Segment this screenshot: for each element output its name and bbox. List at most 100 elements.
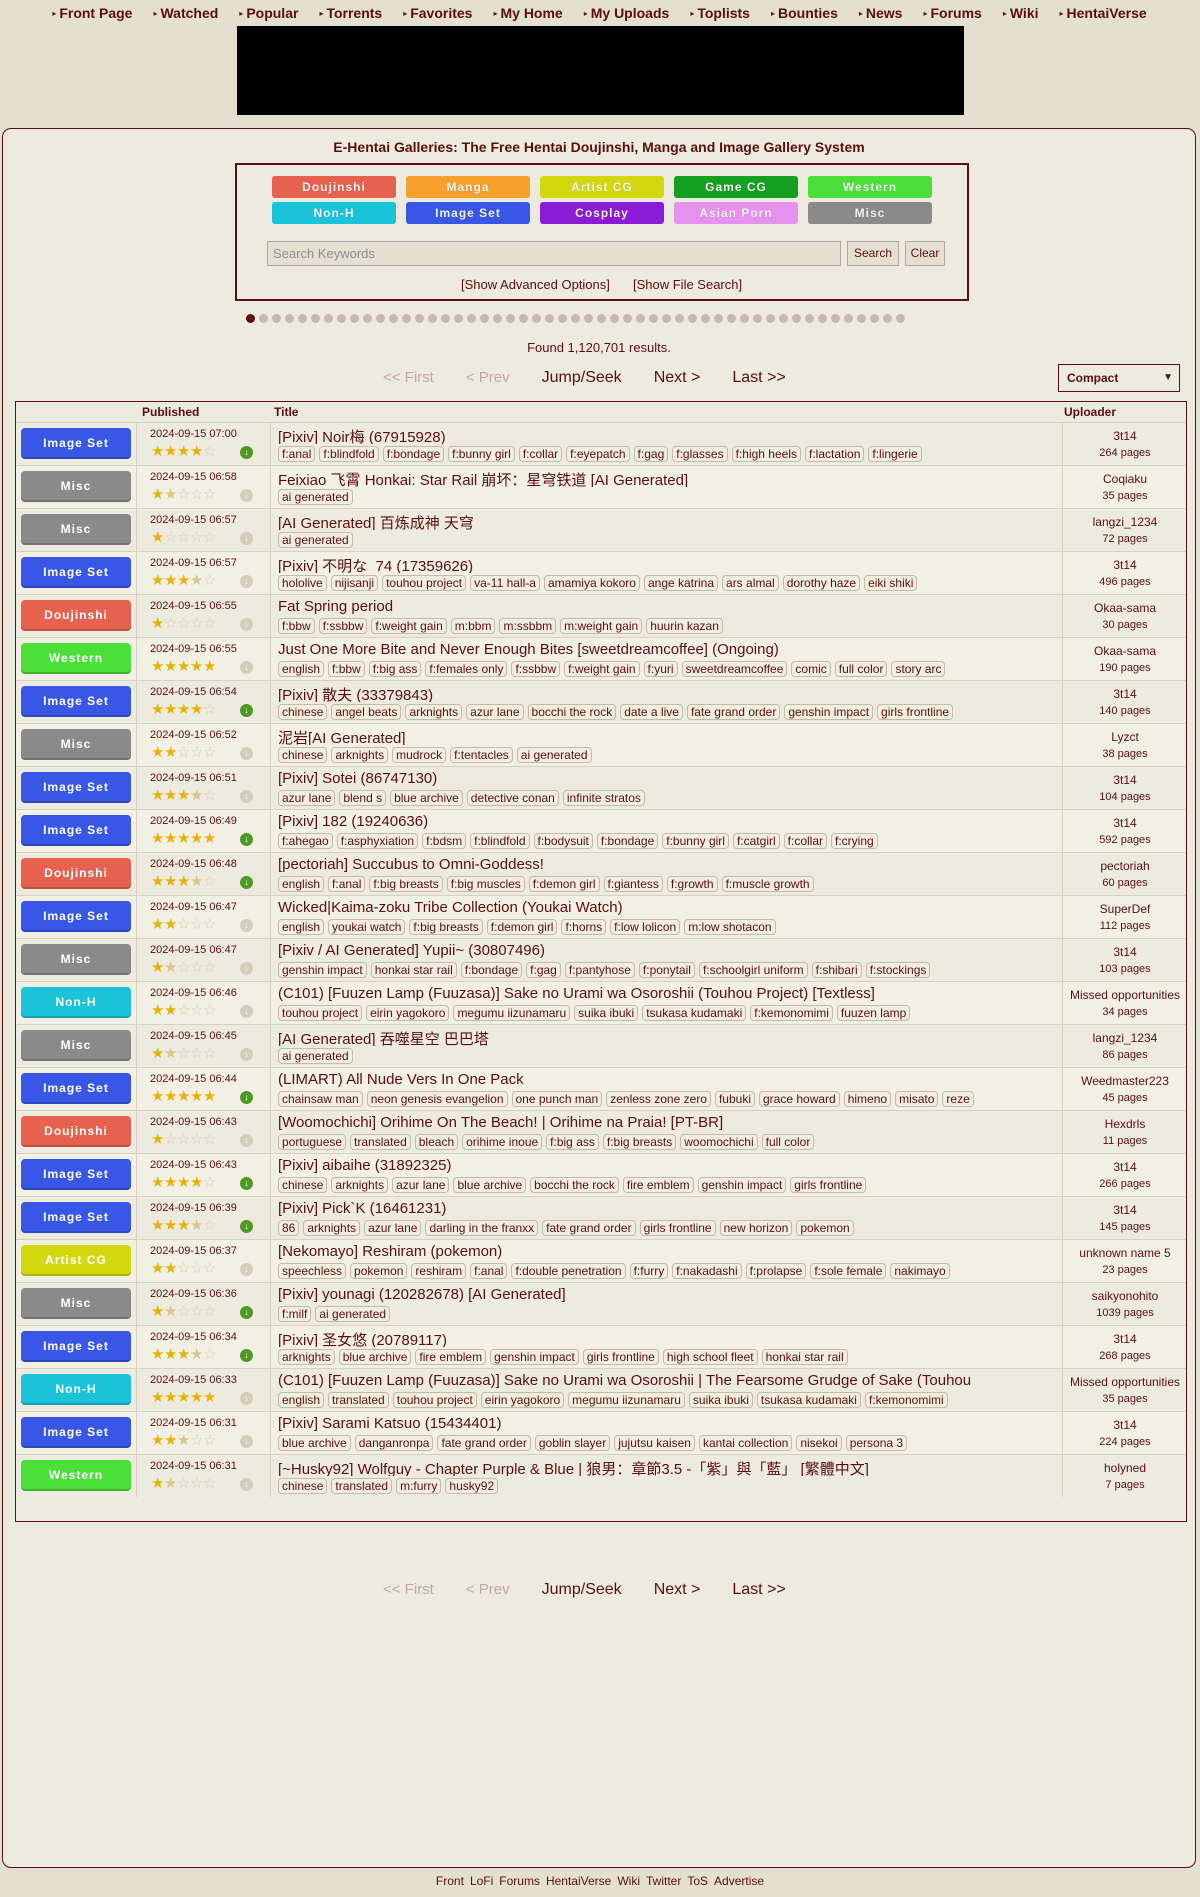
page-dot[interactable] bbox=[441, 314, 450, 323]
tag[interactable]: bocchi the rock bbox=[530, 1177, 619, 1193]
tag[interactable]: ange katrina bbox=[643, 575, 719, 591]
uploader-link[interactable]: 3t14 bbox=[1064, 816, 1186, 830]
tag[interactable]: arknights bbox=[331, 1177, 389, 1193]
page-dot[interactable] bbox=[727, 314, 736, 323]
page-dot[interactable] bbox=[506, 314, 515, 323]
tag[interactable]: f:collar bbox=[518, 446, 563, 462]
gallery-title-link[interactable]: [Pixiv] 圣女悠 (20789117) bbox=[278, 1329, 1068, 1347]
tag[interactable]: f:bunny girl bbox=[662, 833, 729, 849]
uploader-link[interactable]: 3t14 bbox=[1064, 773, 1186, 787]
nav-wiki[interactable]: ▸ Wiki bbox=[993, 5, 1050, 21]
gallery-row[interactable]: Image Set 2024-09-15 06:31 ★ ★ ★ ☆ ☆ ↓ [Pixiv] S… bbox=[16, 1411, 1186, 1454]
pager-next[interactable]: Next > bbox=[654, 369, 701, 387]
tag[interactable]: chinese bbox=[278, 1478, 328, 1494]
gallery-title-link[interactable]: Just One More Bite and Never Enough Bite… bbox=[278, 641, 1068, 659]
tag[interactable]: tsukasa kudamaki bbox=[642, 1005, 747, 1021]
tag[interactable]: fire emblem bbox=[622, 1177, 694, 1193]
category-filter-game-cg[interactable]: Game CG bbox=[674, 176, 798, 198]
tag[interactable]: f:sole female bbox=[810, 1263, 887, 1279]
category-badge[interactable]: Western bbox=[21, 1460, 131, 1491]
page-dot[interactable] bbox=[519, 314, 528, 323]
page-dot[interactable] bbox=[792, 314, 801, 323]
tag[interactable]: zenless zone zero bbox=[606, 1091, 711, 1107]
gallery-title-link[interactable]: [Pixiv] aibaihe (31892325) bbox=[278, 1157, 1068, 1175]
tag[interactable]: ai generated bbox=[516, 747, 592, 763]
page-dot[interactable] bbox=[558, 314, 567, 323]
tag[interactable]: azur lane bbox=[392, 1177, 450, 1193]
gallery-title-link[interactable]: [Pixiv] 不明な_74 (17359626) bbox=[278, 555, 1068, 573]
advertisement-banner[interactable] bbox=[237, 26, 964, 115]
torrent-download-icon[interactable]: ↓ bbox=[240, 1220, 253, 1233]
tag[interactable]: azur lane bbox=[466, 704, 524, 720]
tag[interactable]: f:big ass bbox=[546, 1134, 599, 1150]
tag[interactable]: girls frontline bbox=[790, 1177, 867, 1193]
nav-watched[interactable]: ▸ Watched bbox=[143, 5, 229, 21]
tag[interactable]: f:crying bbox=[831, 833, 878, 849]
tag[interactable]: f:weight gain bbox=[564, 661, 640, 677]
tag[interactable]: translated bbox=[350, 1134, 411, 1150]
nav-bounties[interactable]: ▸ Bounties bbox=[761, 5, 849, 21]
tag[interactable]: f:collar bbox=[783, 833, 827, 849]
tag[interactable]: f:ahegao bbox=[278, 833, 333, 849]
category-badge[interactable]: Image Set bbox=[21, 557, 131, 588]
tag[interactable]: f:blindfold bbox=[319, 446, 379, 462]
torrent-download-icon[interactable]: ↓ bbox=[240, 1177, 253, 1190]
tag[interactable]: bleach bbox=[414, 1134, 459, 1150]
page-dot[interactable] bbox=[480, 314, 489, 323]
tag[interactable]: english bbox=[278, 661, 325, 677]
page-dot[interactable] bbox=[415, 314, 424, 323]
tag[interactable]: infinite stratos bbox=[562, 790, 645, 806]
page-dot[interactable] bbox=[454, 314, 463, 323]
tag[interactable]: f:big muscles bbox=[446, 876, 525, 892]
gallery-row[interactable]: Image Set 2024-09-15 07:00 ★ ★ ★ ★ ☆ ↓ [Pixiv] N… bbox=[16, 422, 1186, 465]
tag[interactable]: f:kemonomimi bbox=[750, 1005, 833, 1021]
nav-news[interactable]: ▸ News bbox=[849, 5, 914, 21]
uploader-link[interactable]: 3t14 bbox=[1064, 1418, 1186, 1432]
uploader-link[interactable]: pectoriah bbox=[1064, 859, 1186, 873]
tag[interactable]: nisekoi bbox=[796, 1435, 842, 1451]
tag[interactable]: ai generated bbox=[278, 1048, 353, 1064]
tag[interactable]: chinese bbox=[278, 747, 328, 763]
page-dot[interactable] bbox=[584, 314, 593, 323]
tag[interactable]: f:low lolicon bbox=[610, 919, 681, 935]
tag[interactable]: pokemon bbox=[796, 1220, 854, 1236]
tag[interactable]: f:bondage bbox=[382, 446, 445, 462]
page-dot[interactable] bbox=[688, 314, 697, 323]
tag[interactable]: va-11 hall-a bbox=[470, 575, 540, 591]
category-badge[interactable]: Western bbox=[21, 643, 131, 674]
tag[interactable]: english bbox=[278, 1392, 325, 1408]
tag[interactable]: touhou project bbox=[392, 1392, 477, 1408]
page-dot[interactable] bbox=[363, 314, 372, 323]
tag[interactable]: fate grand order bbox=[437, 1435, 531, 1451]
category-filter-manga[interactable]: Manga bbox=[406, 176, 530, 198]
footer-link-front[interactable]: Front bbox=[436, 1874, 464, 1888]
tag[interactable]: f:giantess bbox=[603, 876, 663, 892]
tag[interactable]: arknights bbox=[278, 1349, 335, 1365]
tag[interactable]: english bbox=[278, 876, 325, 892]
gallery-row[interactable]: Misc 2024-09-15 06:45 ★ ★ ☆ ☆ ☆ ↓ [AI Generated]… bbox=[16, 1024, 1186, 1067]
nav-favorites[interactable]: ▸ Favorites bbox=[393, 5, 483, 21]
page-dot[interactable] bbox=[389, 314, 398, 323]
gallery-row[interactable]: Western 2024-09-15 06:31 ★ ★ ☆ ☆ ☆ ↓ [~Husky92] … bbox=[16, 1454, 1186, 1497]
torrent-download-icon[interactable]: ↓ bbox=[240, 1349, 253, 1362]
tag[interactable]: huurin kazan bbox=[646, 618, 723, 634]
gallery-row[interactable]: Image Set 2024-09-15 06:39 ★ ★ ★ ★ ☆ ↓ [Pixiv] P… bbox=[16, 1196, 1186, 1239]
tag[interactable]: mudrock bbox=[392, 747, 447, 763]
uploader-link[interactable]: Okaa-sama bbox=[1064, 601, 1186, 615]
tag[interactable]: eirin yagokoro bbox=[366, 1005, 450, 1021]
category-badge[interactable]: Image Set bbox=[21, 428, 131, 459]
gallery-row[interactable]: Misc 2024-09-15 06:36 ★ ★ ☆ ☆ ☆ ↓ [Pixiv] younag… bbox=[16, 1282, 1186, 1325]
tag[interactable]: f:anal bbox=[278, 446, 316, 462]
tag[interactable]: f:milf bbox=[278, 1306, 312, 1322]
show-advanced-options-link[interactable]: [Show Advanced Options] bbox=[461, 277, 610, 292]
tag[interactable]: f:furry bbox=[629, 1263, 669, 1279]
gallery-row[interactable]: Image Set 2024-09-15 06:47 ★ ★ ☆ ☆ ☆ ↓ Wicked|Ka… bbox=[16, 895, 1186, 938]
tag[interactable]: f:asphyxiation bbox=[336, 833, 419, 849]
page-dot[interactable] bbox=[883, 314, 892, 323]
nav-forums[interactable]: ▸ Forums bbox=[913, 5, 992, 21]
tag[interactable]: woomochichi bbox=[680, 1134, 758, 1150]
category-filter-doujinshi[interactable]: Doujinshi bbox=[272, 176, 396, 198]
tag[interactable]: f:horns bbox=[561, 919, 607, 935]
uploader-link[interactable]: 3t14 bbox=[1064, 558, 1186, 572]
pager-jump-bottom[interactable]: Jump/Seek bbox=[542, 1581, 622, 1599]
